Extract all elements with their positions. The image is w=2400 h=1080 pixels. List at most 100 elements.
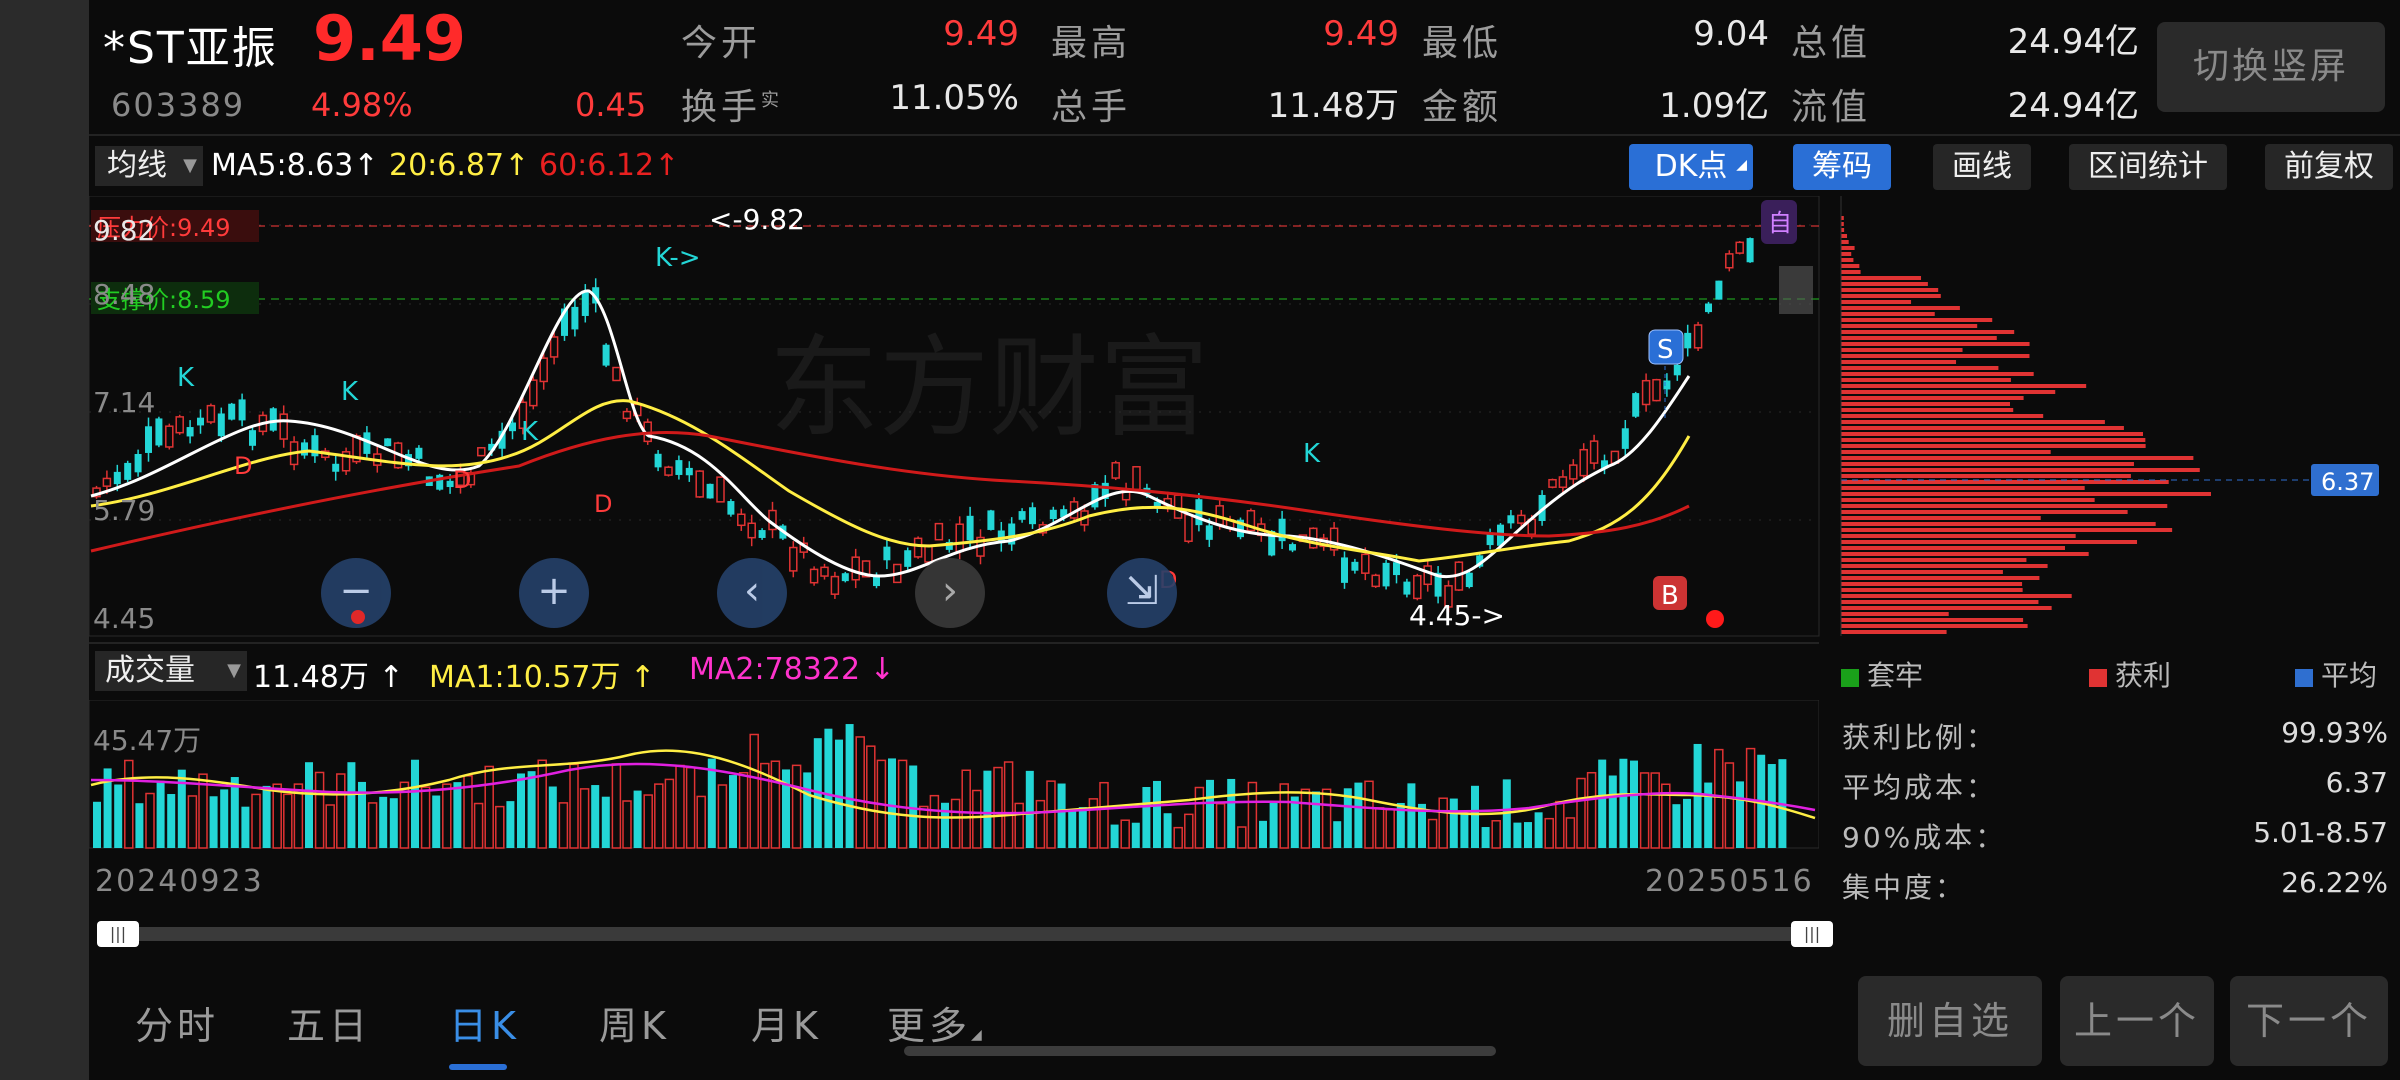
legend-profit: 获利 — [2089, 654, 2171, 694]
volume-bar — [696, 795, 706, 849]
candle-body — [1693, 324, 1703, 349]
next-stock-button[interactable]: 下一个 — [2230, 976, 2388, 1066]
chip-bar — [1841, 234, 1848, 238]
d-marker: D — [453, 466, 471, 494]
volume-bar — [633, 790, 642, 848]
range-stats-button[interactable]: 区间统计 — [2069, 144, 2227, 190]
chip-bar — [1841, 504, 2168, 508]
header-divider — [89, 134, 2400, 136]
candle-body — [145, 426, 152, 453]
previous-stock-button[interactable]: 上一个 — [2060, 976, 2214, 1066]
candle-body — [529, 379, 538, 407]
collapse-icon: ⇲ — [1125, 568, 1159, 614]
candle-body — [206, 404, 216, 423]
tab-intraday[interactable]: 分时 — [135, 995, 219, 1050]
dk-point-button[interactable]: DK点 ◢ — [1629, 144, 1753, 190]
indicator-selector[interactable]: 均线 ▼ — [95, 146, 203, 186]
start-date: 20240923 — [95, 864, 264, 899]
chip-bar — [1841, 372, 2034, 376]
legend-average: 平均 — [2295, 654, 2377, 694]
tab-five-day[interactable]: 五日 — [287, 995, 371, 1050]
volume-bar — [167, 794, 176, 848]
volume-bar — [1110, 824, 1119, 848]
scroll-right-button[interactable]: › — [915, 558, 985, 628]
volume-bar — [1259, 820, 1267, 848]
candle-body — [1413, 574, 1422, 600]
volume-bar — [611, 763, 622, 849]
candle-body — [602, 344, 610, 366]
volume-bar — [314, 771, 325, 849]
chip-bar — [1841, 420, 2105, 424]
candle-body — [1548, 478, 1557, 488]
chip-bar — [1841, 306, 1960, 310]
volume-bar — [517, 773, 525, 848]
volume-bar — [1576, 777, 1586, 849]
candle-body — [622, 410, 632, 420]
candle-body — [1173, 494, 1183, 519]
candle-body — [1341, 557, 1348, 583]
candle-body — [1579, 448, 1588, 477]
avg-cost-tag-text: 6.37 — [2321, 468, 2374, 496]
chip-bar — [1841, 354, 2030, 358]
chip-bar — [1841, 522, 2156, 526]
tab-weekly-k[interactable]: 周K — [599, 995, 670, 1050]
volume-bar — [1481, 827, 1490, 848]
forward-adjust-button[interactable]: 前复权 — [2265, 144, 2393, 190]
d-marker: D — [234, 452, 252, 480]
chip-bar — [1841, 582, 2023, 586]
candle-body — [113, 471, 121, 485]
volume-bar — [156, 780, 165, 848]
volume-bar — [1630, 760, 1638, 848]
scroll-left-button[interactable]: ‹ — [717, 558, 787, 628]
candle-body — [301, 442, 308, 456]
tab-daily-k[interactable]: 日K — [449, 995, 520, 1050]
range-slider-track[interactable] — [101, 927, 1821, 941]
price-axis-label: 5.79 — [93, 494, 155, 527]
corner-arrow-icon: ◢ — [971, 1027, 986, 1043]
collapse-button[interactable]: ⇲ — [1107, 558, 1177, 628]
zoom-in-button[interactable]: + — [519, 558, 589, 628]
chips-button[interactable]: 筹码 — [1793, 144, 1891, 190]
draw-line-button[interactable]: 画线 — [1933, 144, 2031, 190]
range-slider-right-handle[interactable]: ||| — [1791, 921, 1833, 947]
candle-body — [966, 515, 974, 541]
candle-body — [279, 413, 288, 440]
volume-indicator-selector[interactable]: 成交量 ▼ — [95, 651, 247, 691]
panel-divider — [89, 642, 1819, 644]
candle-body — [1361, 553, 1370, 574]
kline-chart[interactable]: 东方财富 压力价:9.49 支撑价:8.59 9.82 8.48 7.14 5.… — [89, 196, 2400, 641]
tab-more[interactable]: 更多◢ — [887, 995, 986, 1050]
range-slider-left-handle[interactable]: ||| — [97, 921, 139, 947]
volume-bar — [675, 764, 685, 849]
quote-label-amount: 金额 — [1422, 87, 1503, 128]
volume-bar — [389, 798, 398, 848]
quote-value-amount: 1.09亿 — [1659, 86, 1769, 126]
candle-body — [934, 522, 944, 541]
remove-watchlist-button[interactable]: 删自选 — [1858, 976, 2042, 1066]
volume-bar — [888, 758, 896, 848]
chip-bar — [1841, 444, 2146, 448]
chevron-left-icon: ‹ — [744, 568, 760, 614]
volume-bar — [537, 759, 547, 849]
volume-bar — [1290, 796, 1299, 848]
quote-label-volume: 总手 — [1051, 87, 1132, 128]
volume-chart[interactable]: 45.47万 — [89, 700, 1819, 850]
candle-body — [1673, 364, 1681, 376]
volume-bar — [643, 794, 653, 849]
chevron-down-icon: ▼ — [227, 660, 241, 681]
volume-bar — [1438, 797, 1448, 849]
volume-bar — [1544, 817, 1554, 849]
volume-bar — [1354, 782, 1363, 848]
quote-label-total-cap: 总值 — [1791, 23, 1872, 64]
candle-body — [197, 417, 204, 426]
quote-value-low: 9.04 — [1693, 14, 1769, 54]
candle-body — [820, 566, 829, 577]
scroll-indicator — [904, 1046, 1496, 1056]
sell-badge-text: S — [1657, 335, 1674, 365]
chip-bar — [1841, 540, 2138, 544]
tab-monthly-k[interactable]: 月K — [751, 995, 822, 1050]
volume-bar — [1142, 786, 1151, 848]
low-marker: 4.45-> — [1409, 599, 1505, 632]
switch-portrait-button[interactable]: 切换竖屏 — [2157, 22, 2385, 112]
volume-bar — [591, 785, 600, 848]
